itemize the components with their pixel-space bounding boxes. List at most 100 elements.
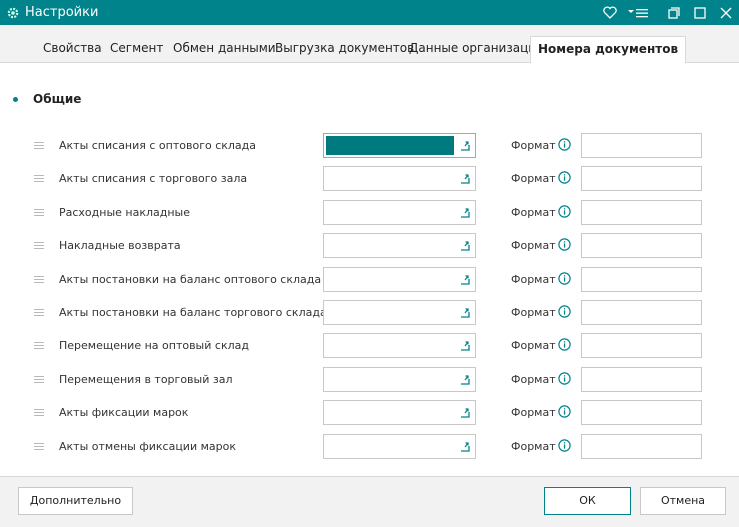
picker-icon[interactable] xyxy=(460,407,470,418)
row-label: Акты отмены фиксации марок xyxy=(59,440,236,453)
format-input[interactable] xyxy=(581,400,702,425)
picker-icon[interactable] xyxy=(460,240,470,251)
gear-icon xyxy=(6,6,20,20)
format-input[interactable] xyxy=(581,200,702,225)
drag-handle-icon[interactable] xyxy=(34,276,44,283)
format-input[interactable] xyxy=(581,166,702,191)
drag-handle-icon[interactable] xyxy=(34,409,44,416)
cancel-button[interactable]: Отмена xyxy=(640,487,726,515)
settings-row: Перемещение на оптовый склад Формат xyxy=(0,333,739,359)
number-field[interactable] xyxy=(323,133,476,158)
format-input[interactable] xyxy=(581,367,702,392)
picker-icon[interactable] xyxy=(460,140,470,151)
dialog-footer: Дополнительно ОК Отмена xyxy=(0,476,739,527)
picker-icon[interactable] xyxy=(460,374,470,385)
restore-icon[interactable] xyxy=(661,0,687,25)
drag-handle-icon[interactable] xyxy=(34,142,44,149)
picker-icon[interactable] xyxy=(460,340,470,351)
number-field[interactable] xyxy=(323,300,476,325)
tab-document-export[interactable]: Выгрузка документов xyxy=(275,36,414,63)
info-icon[interactable] xyxy=(558,305,571,318)
picker-icon[interactable] xyxy=(460,274,470,285)
number-field[interactable] xyxy=(323,267,476,292)
info-icon[interactable] xyxy=(558,439,571,452)
row-label: Перемещения в торговый зал xyxy=(59,373,233,386)
row-label: Расходные накладные xyxy=(59,206,191,219)
info-icon[interactable] xyxy=(558,205,571,218)
info-icon[interactable] xyxy=(558,338,571,351)
row-label: Накладные возврата xyxy=(59,239,181,252)
drag-handle-icon[interactable] xyxy=(34,309,44,316)
info-icon[interactable] xyxy=(558,405,571,418)
info-icon[interactable] xyxy=(558,372,571,385)
section-bullet xyxy=(13,97,18,102)
drag-handle-icon[interactable] xyxy=(34,443,44,450)
selection-highlight xyxy=(326,136,454,155)
format-input[interactable] xyxy=(581,300,702,325)
format-label: Формат xyxy=(511,306,556,319)
format-input[interactable] xyxy=(581,434,702,459)
row-label: Акты постановки на баланс торгового скла… xyxy=(59,306,327,319)
row-label: Перемещение на оптовый склад xyxy=(59,339,249,352)
ok-button[interactable]: ОК xyxy=(544,487,631,515)
picker-icon[interactable] xyxy=(460,173,470,184)
settings-row: Акты постановки на баланс оптового склад… xyxy=(0,267,739,293)
tab-organization-data[interactable]: Данные организации xyxy=(409,36,544,63)
number-field[interactable] xyxy=(323,434,476,459)
row-label: Акты фиксации марок xyxy=(59,406,189,419)
more-button[interactable]: Дополнительно xyxy=(18,487,133,515)
format-label: Формат xyxy=(511,339,556,352)
drag-handle-icon[interactable] xyxy=(34,376,44,383)
number-field[interactable] xyxy=(323,367,476,392)
maximize-icon[interactable] xyxy=(687,0,713,25)
menu-icon[interactable] xyxy=(623,0,653,25)
number-field[interactable] xyxy=(323,200,476,225)
title-bar: Настройки xyxy=(0,0,739,25)
picker-icon[interactable] xyxy=(460,207,470,218)
settings-row: Акты списания с оптового склада Формат xyxy=(0,133,739,159)
info-icon[interactable] xyxy=(558,272,571,285)
drag-handle-icon[interactable] xyxy=(34,342,44,349)
format-input[interactable] xyxy=(581,333,702,358)
settings-row: Накладные возврата Формат xyxy=(0,233,739,259)
number-field[interactable] xyxy=(323,233,476,258)
settings-row: Расходные накладные Формат xyxy=(0,200,739,226)
tab-segment[interactable]: Сегмент xyxy=(110,36,163,63)
settings-row: Акты списания с торгового зала Формат xyxy=(0,166,739,192)
picker-icon[interactable] xyxy=(460,307,470,318)
tab-bar: Свойства Сегмент Обмен данными Выгрузка … xyxy=(0,25,739,64)
settings-row: Акты постановки на баланс торгового скла… xyxy=(0,300,739,326)
format-label: Формат xyxy=(511,139,556,152)
info-icon[interactable] xyxy=(558,138,571,151)
number-field[interactable] xyxy=(323,166,476,191)
info-icon[interactable] xyxy=(558,171,571,184)
drag-handle-icon[interactable] xyxy=(34,175,44,182)
tab-document-numbers[interactable]: Номера документов xyxy=(530,36,687,64)
heart-icon[interactable] xyxy=(597,0,623,25)
tab-properties[interactable]: Свойства xyxy=(43,36,102,63)
format-label: Формат xyxy=(511,373,556,386)
row-label: Акты списания с оптового склада xyxy=(59,139,257,152)
format-label: Формат xyxy=(511,273,556,286)
format-input[interactable] xyxy=(581,233,702,258)
row-label: Акты постановки на баланс оптового склад… xyxy=(59,273,322,286)
settings-row: Акты фиксации марок Формат xyxy=(0,400,739,426)
drag-handle-icon[interactable] xyxy=(34,242,44,249)
number-field[interactable] xyxy=(323,400,476,425)
format-label: Формат xyxy=(511,172,556,185)
drag-handle-icon[interactable] xyxy=(34,209,44,216)
number-field[interactable] xyxy=(323,333,476,358)
format-label: Формат xyxy=(511,406,556,419)
tab-data-exchange[interactable]: Обмен данными xyxy=(173,36,276,63)
section-title: Общие xyxy=(33,92,82,106)
settings-row: Перемещения в торговый зал Формат xyxy=(0,367,739,393)
format-label: Формат xyxy=(511,239,556,252)
format-label: Формат xyxy=(511,206,556,219)
format-input[interactable] xyxy=(581,267,702,292)
format-input[interactable] xyxy=(581,133,702,158)
info-icon[interactable] xyxy=(558,238,571,251)
format-label: Формат xyxy=(511,440,556,453)
window-title: Настройки xyxy=(25,5,99,20)
picker-icon[interactable] xyxy=(460,441,470,452)
close-icon[interactable] xyxy=(713,0,739,25)
